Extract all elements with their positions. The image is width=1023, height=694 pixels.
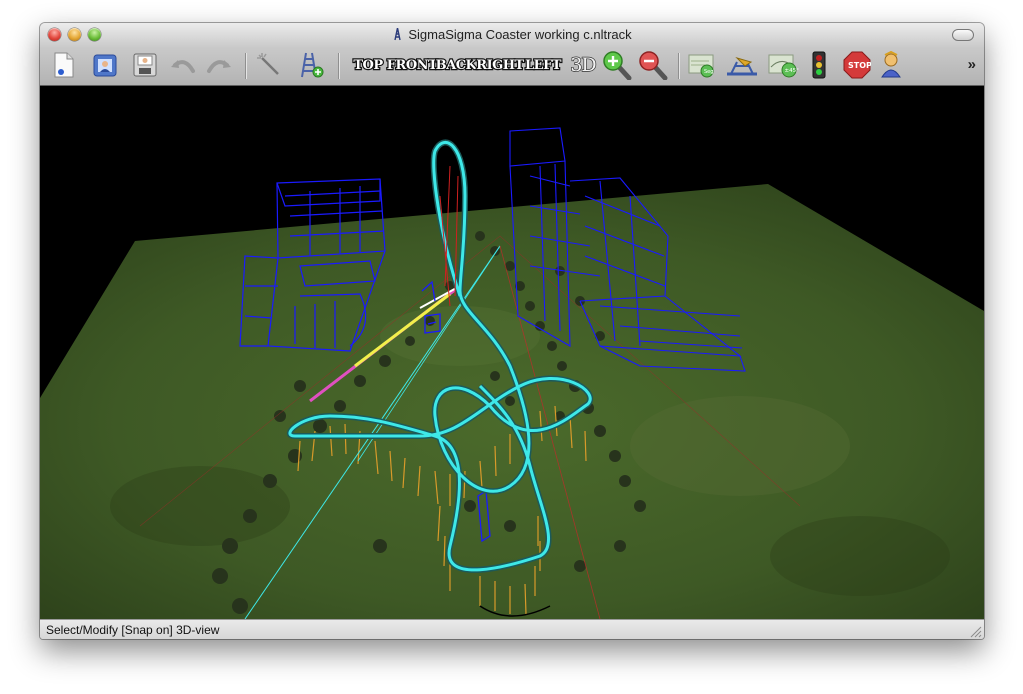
add-support-button[interactable] bbox=[296, 51, 326, 79]
window-title: SigmaSigma Coaster working c.nltrack bbox=[40, 27, 984, 42]
bank-angle-button[interactable]: ±45° bbox=[766, 51, 800, 79]
stop-sign-icon: STOP bbox=[843, 51, 871, 79]
resize-grip-icon[interactable] bbox=[970, 626, 982, 638]
traffic-light-icon bbox=[812, 51, 826, 79]
bank-angle-icon: ±45° bbox=[768, 54, 800, 78]
zoom-out-icon bbox=[639, 51, 668, 80]
view-3d-button[interactable]: 3D bbox=[565, 51, 601, 79]
segment-map-icon: Seg bbox=[688, 54, 714, 78]
status-bar: Select/Modify [Snap on] 3D-view bbox=[40, 619, 984, 639]
view-front-button[interactable]: FRONT bbox=[386, 51, 439, 79]
add-support-icon bbox=[301, 52, 324, 78]
svg-text:Seg: Seg bbox=[704, 69, 713, 75]
select-tool-button[interactable] bbox=[254, 51, 284, 79]
rider-view-button[interactable] bbox=[876, 51, 906, 79]
toolbar-separator bbox=[245, 53, 246, 79]
segment-settings-button[interactable]: Seg bbox=[686, 51, 718, 79]
3d-viewport[interactable] bbox=[40, 86, 984, 620]
view-back-button[interactable]: BACK bbox=[434, 51, 478, 79]
redo-button[interactable] bbox=[204, 51, 234, 79]
view-right-button[interactable]: RIGHT bbox=[475, 51, 525, 79]
new-document-icon bbox=[54, 52, 74, 78]
track-builder-icon bbox=[727, 56, 757, 76]
toolbar-separator bbox=[338, 53, 339, 79]
toolbar-overflow-button[interactable]: » bbox=[968, 56, 976, 73]
undo-icon bbox=[171, 60, 195, 73]
window-title-text: SigmaSigma Coaster working c.nltrack bbox=[408, 27, 632, 42]
toolbar-separator bbox=[678, 53, 679, 79]
rider-icon bbox=[881, 51, 901, 78]
zoom-in-icon bbox=[603, 51, 632, 80]
undo-button[interactable] bbox=[168, 51, 198, 79]
zoom-out-button[interactable] bbox=[636, 51, 670, 80]
redo-icon bbox=[207, 60, 231, 73]
svg-text:STOP: STOP bbox=[848, 61, 871, 70]
view-left-button[interactable]: LEFT bbox=[523, 51, 563, 79]
status-text: Select/Modify [Snap on] 3D-view bbox=[46, 623, 220, 637]
save-button[interactable] bbox=[130, 51, 160, 79]
view-top-button[interactable]: TOP bbox=[348, 51, 388, 79]
scene-render bbox=[40, 127, 984, 620]
zoom-in-button[interactable] bbox=[600, 51, 634, 80]
open-icon bbox=[93, 54, 117, 77]
magic-wand-icon bbox=[257, 53, 279, 75]
title-bar: SigmaSigma Coaster working c.nltrack TOP… bbox=[40, 23, 984, 86]
app-window: SigmaSigma Coaster working c.nltrack TOP… bbox=[40, 23, 984, 639]
track-document-icon bbox=[394, 28, 402, 41]
track-builder-button[interactable] bbox=[724, 51, 760, 79]
toolbar: TOP FRONT BACK RIGHT LEFT 3D Seg ±45° ST… bbox=[40, 45, 984, 85]
toolbar-toggle-button[interactable] bbox=[952, 29, 974, 41]
save-icon bbox=[133, 53, 157, 77]
new-track-button[interactable] bbox=[51, 51, 77, 79]
test-run-button[interactable] bbox=[806, 51, 832, 79]
svg-text:±45°: ±45° bbox=[785, 68, 800, 74]
stop-button[interactable]: STOP bbox=[842, 51, 872, 79]
open-button[interactable] bbox=[90, 51, 120, 79]
